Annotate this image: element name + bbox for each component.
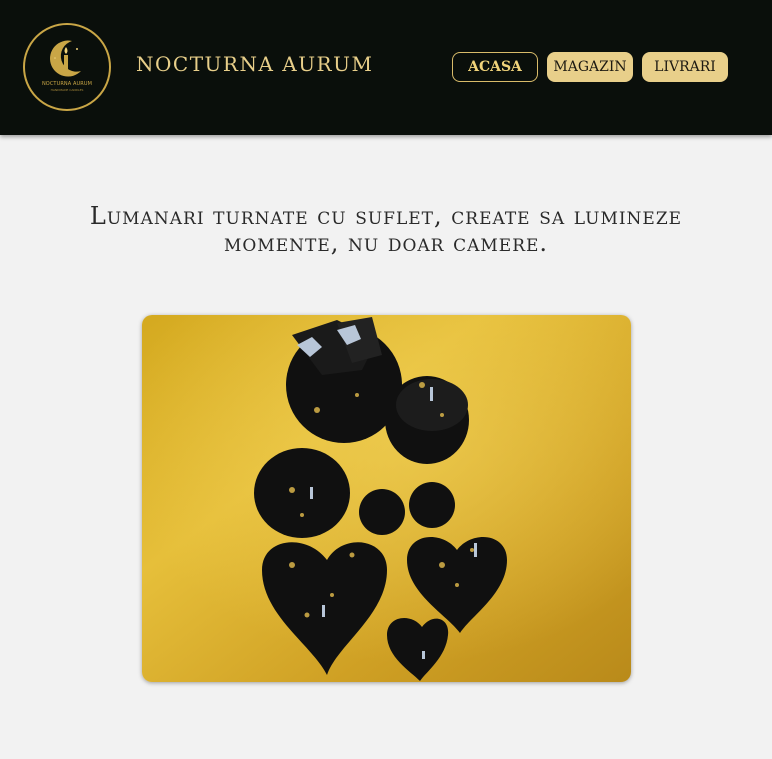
- site-header: NOCTURNA AURUM HANDMADE CANDLES NOCTURNA…: [0, 0, 772, 135]
- candles-photo: [142, 315, 631, 682]
- hero-tagline: Lumanari turnate cu suflet, create sa lu…: [89, 202, 683, 257]
- brand-name[interactable]: NOCTURNA AURUM: [136, 52, 373, 76]
- logo-subtext: HANDMADE CANDLES: [50, 88, 84, 92]
- nav-magazin-button[interactable]: MAGAZIN: [547, 52, 633, 82]
- moon-candle-icon: [50, 40, 81, 77]
- logo-text: NOCTURNA AURUM: [41, 81, 93, 87]
- brand-logo[interactable]: NOCTURNA AURUM HANDMADE CANDLES: [23, 23, 111, 111]
- nav-livrari-button[interactable]: LIVRARI: [642, 52, 728, 82]
- nav-acasa-button[interactable]: ACASA: [452, 52, 538, 82]
